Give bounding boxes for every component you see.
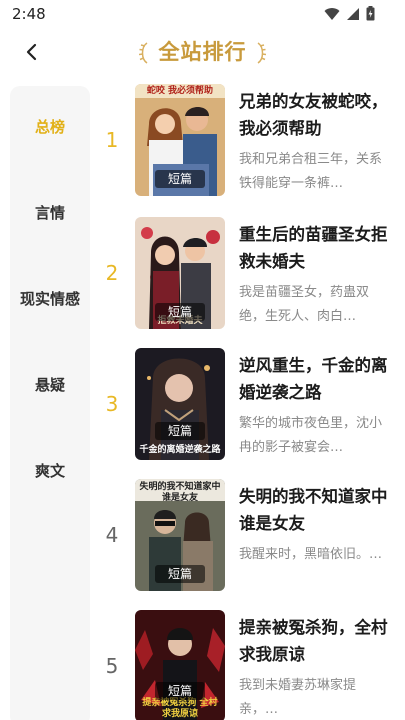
book-row[interactable]: 2 拒救未婚夫 短篇 重生后的苗疆圣女拒救未婚夫 我是苗疆圣女，药蛊双绝，生死人… [95,217,405,331]
book-cover: 失明的我不知道家中谁是女友 短篇 [135,479,225,591]
short-story-badge: 短篇 [155,565,205,583]
status-time: 2:48 [12,5,46,23]
book-title: 提亲被冤杀狗，全村求我原谅 [239,618,388,664]
rank-number: 3 [105,392,119,416]
rank-number: 2 [105,261,119,285]
book-title: 逆风重生，千金的离婚逆袭之路 [239,356,388,402]
sidebar-item-cool-fiction[interactable]: 爽文 [10,451,90,491]
cover-caption: 蛇咬 我必须帮助 [146,86,214,96]
cover-illustration [135,348,225,460]
book-info: 重生后的苗疆圣女拒救未婚夫 我是苗疆圣女，药蛊双绝，生死人、肉白… [239,221,389,329]
book-row[interactable]: 1 蛇咬 我必须帮助 短篇 兄弟的女友被蛇咬，我必须帮助 我和兄弟合租三年，关系… [95,84,405,198]
short-story-badge: 短篇 [155,303,205,321]
book-info: 失明的我不知道家中谁是女友 我醒来时，黑暗依旧。… [239,483,389,591]
book-description: 我是苗疆圣女，药蛊双绝，生死人、肉白… [239,285,370,324]
short-story-badge: 短篇 [155,422,205,440]
laurel-right-icon [256,41,266,69]
category-sidebar: 总榜 言情 现实情感 悬疑 爽文 [10,86,90,720]
book-row[interactable]: 3 千金的离婚逆袭之路 短篇 逆风重生，千金的离婚逆袭之路 繁华的城市夜色里，沈… [95,348,405,462]
cover-caption: 提亲被冤杀狗 全村求我原谅 [142,698,218,719]
rank-number: 4 [105,523,119,547]
book-description: 我到未婚妻苏琳家提亲，… [239,678,357,717]
book-info: 兄弟的女友被蛇咬，我必须帮助 我和兄弟合租三年，关系铁得能穿一条裤… [239,88,389,196]
book-title: 重生后的苗疆圣女拒救未婚夫 [239,225,388,271]
sidebar-item-suspense[interactable]: 悬疑 [10,365,90,405]
battery-icon [366,6,375,21]
book-info: 逆风重生，千金的离婚逆袭之路 繁华的城市夜色里，沈小冉的影子被宴会… [239,352,389,460]
page-title-wrap: 全站排行 [0,36,405,69]
book-cover: 蛇咬 我必须帮助 短篇 [135,84,225,196]
book-row[interactable]: 4 失明的我不知道家中谁是女友 短篇 失明的我不知道家中谁是女友 我醒来时，黑暗… [95,479,405,593]
wifi-icon [324,7,340,21]
laurel-left-icon [139,41,149,69]
book-description: 我和兄弟合租三年，关系铁得能穿一条裤… [239,152,383,191]
header: 全站排行 [0,28,405,76]
book-cover: 千金的离婚逆袭之路 短篇 [135,348,225,460]
status-icons [324,6,375,21]
book-cover: 拒救未婚夫 短篇 [135,217,225,329]
book-title: 兄弟的女友被蛇咬，我必须帮助 [239,92,388,138]
book-row[interactable]: 5 提亲被冤杀狗 全村求我原谅 短篇 提亲被冤杀狗，全村求我原谅 我到未婚妻苏琳… [95,610,405,720]
rank-number: 1 [105,128,119,152]
page-title: 全站排行 [158,40,247,64]
sidebar-item-romance[interactable]: 言情 [10,193,90,233]
signal-icon [346,7,360,21]
book-description: 繁华的城市夜色里，沈小冉的影子被宴会… [239,416,383,455]
short-story-badge: 短篇 [155,170,205,188]
status-bar: 2:48 [0,0,405,28]
book-info: 提亲被冤杀狗，全村求我原谅 我到未婚妻苏琳家提亲，… [239,614,389,720]
book-title: 失明的我不知道家中谁是女友 [239,487,388,533]
book-description: 我醒来时，黑暗依旧。… [239,547,383,562]
sidebar-item-overall[interactable]: 总榜 [10,107,90,147]
rank-number: 5 [105,654,119,678]
sidebar-item-real-emotion[interactable]: 现实情感 [10,279,90,319]
cover-caption: 千金的离婚逆袭之路 [139,445,221,455]
short-story-badge: 短篇 [155,682,205,700]
book-cover: 提亲被冤杀狗 全村求我原谅 短篇 [135,610,225,720]
cover-caption: 失明的我不知道家中谁是女友 [139,482,221,503]
